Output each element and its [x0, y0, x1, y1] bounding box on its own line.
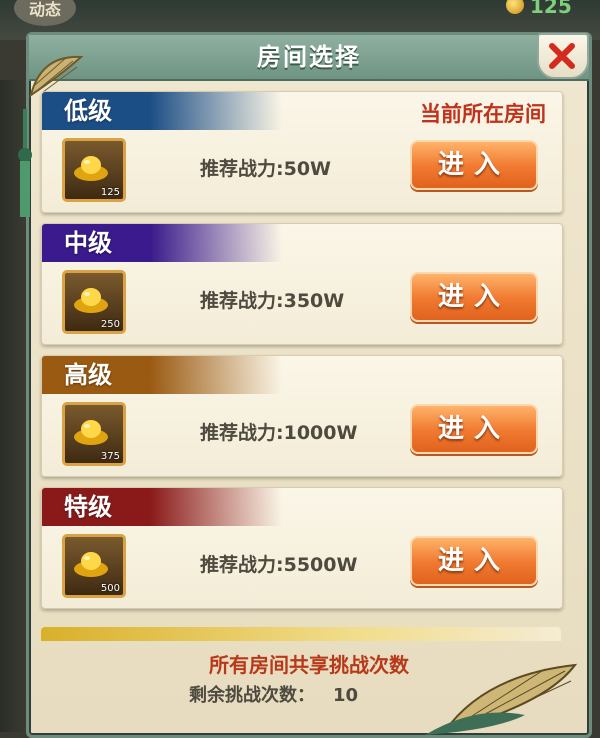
remaining-attempts-value: 10 — [333, 685, 359, 706]
room-title: 中级 — [64, 229, 112, 257]
current-room-label: 当前所在房间 — [420, 102, 546, 126]
room-title: 低级 — [64, 97, 112, 125]
close-button[interactable] — [537, 33, 589, 79]
enter-button[interactable]: 进入 — [410, 272, 538, 322]
room-card-low: 低级 当前所在房间 125 推荐战力:50W 进入 — [41, 91, 563, 213]
room-title: 高级 — [64, 361, 112, 389]
remaining-attempts: 剩余挑战次数： 10 — [189, 681, 358, 707]
dialog-title: 房间选择 — [257, 43, 361, 71]
reward-item[interactable]: 250 — [62, 270, 126, 334]
item-count: 250 — [100, 319, 120, 330]
recommended-power: 推荐战力:350W — [200, 290, 345, 312]
enter-button[interactable]: 进入 — [410, 404, 538, 454]
reward-item[interactable]: 375 — [62, 402, 126, 466]
tassel-icon — [18, 109, 32, 217]
room-card-mid: 中级 250 推荐战力:350W 进入 — [41, 223, 563, 345]
fan-ornament-icon — [425, 663, 578, 735]
room-card-high: 高级 375 推荐战力:1000W 进入 — [41, 355, 563, 477]
recommended-power: 推荐战力:1000W — [200, 422, 358, 444]
room-title: 特级 — [64, 493, 112, 521]
coin-value: 125 — [530, 0, 572, 18]
room-select-dialog: 房间选择 低级 当前所在房间 125 推荐战力:50W 进入 中级 250 推荐… — [18, 32, 592, 738]
item-count: 500 — [100, 583, 120, 594]
recommended-power: 推荐战力:5500W — [200, 554, 358, 576]
reward-item[interactable]: 500 — [62, 534, 126, 598]
enter-button[interactable]: 进入 — [410, 536, 538, 586]
gold-ingot-icon — [74, 288, 108, 313]
gold-ingot-icon — [74, 420, 108, 445]
recommended-power: 推荐战力:50W — [200, 158, 331, 180]
reward-item[interactable]: 125 — [62, 138, 126, 202]
enter-button[interactable]: 进入 — [410, 140, 538, 190]
item-count: 375 — [100, 451, 120, 462]
close-icon — [549, 43, 575, 69]
remaining-attempts-label: 剩余挑战次数： — [189, 685, 315, 706]
gold-ingot-icon — [74, 156, 108, 181]
gold-ingot-icon — [74, 552, 108, 577]
room-card-special: 特级 500 推荐战力:5500W 进入 — [41, 487, 563, 609]
item-count: 125 — [100, 187, 120, 198]
